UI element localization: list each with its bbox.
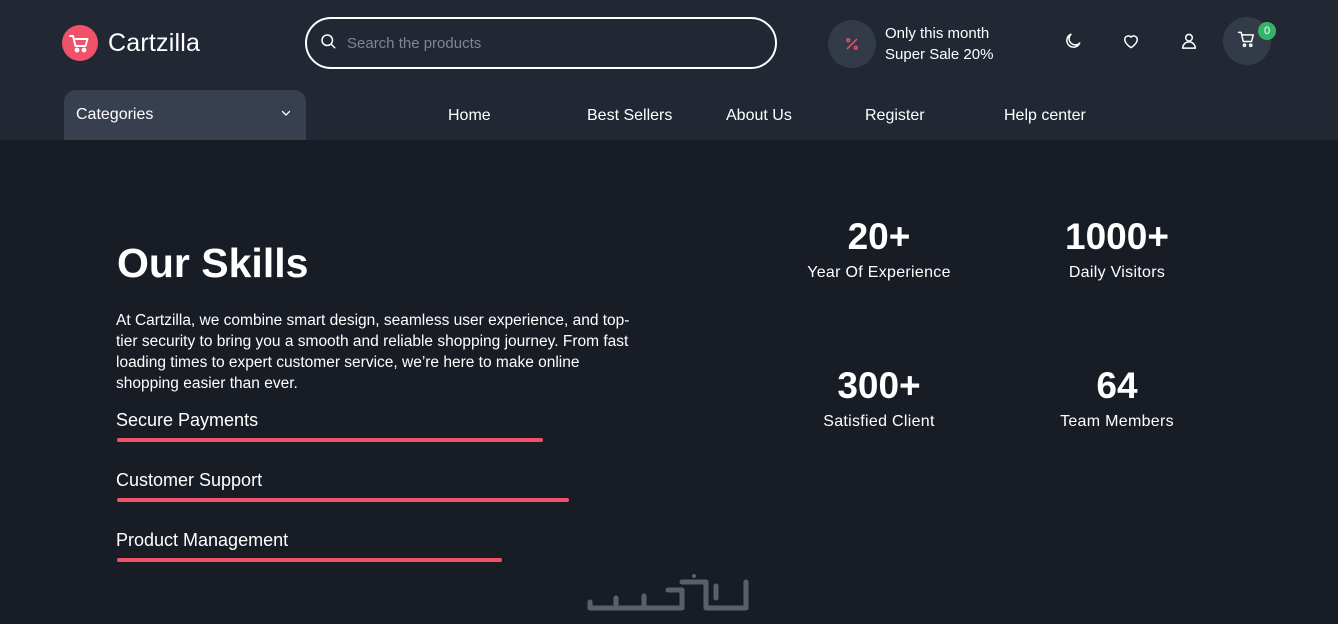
percent-icon xyxy=(828,20,876,68)
promo-banner[interactable]: Only this month Super Sale 20% xyxy=(828,20,993,68)
search-input[interactable] xyxy=(347,34,747,52)
skill-bar-customer-support xyxy=(117,498,637,502)
skill-label-product-management: Product Management xyxy=(116,530,289,550)
promo-text: Only this month Super Sale 20% xyxy=(885,23,993,65)
skill-bar-secure-payments xyxy=(117,438,637,442)
stat-number: 300+ xyxy=(837,365,921,406)
stat-team-members: 64 Team Members xyxy=(1007,365,1227,431)
chevron-down-icon xyxy=(280,106,292,124)
stat-label: Satisfied Client xyxy=(823,413,935,430)
wishlist-button[interactable] xyxy=(1114,26,1148,60)
skill-bar-product-management xyxy=(117,558,637,562)
skill-label-secure-payments: Secure Payments xyxy=(116,410,259,430)
skill-bar-fill xyxy=(117,438,544,442)
account-button[interactable] xyxy=(1172,26,1206,60)
categories-label: Categories xyxy=(76,106,154,123)
logo-text: Cartzilla xyxy=(108,28,201,57)
promo-line-1: Only this month xyxy=(885,25,990,42)
cart-count-badge: 0 xyxy=(1258,22,1276,40)
stat-label: Daily Visitors xyxy=(1068,264,1166,281)
skills-title: Our Skills xyxy=(117,240,309,286)
stat-number: 64 xyxy=(1096,365,1138,406)
nav-about-us[interactable]: About Us xyxy=(726,107,792,125)
skill-label-customer-support: Customer Support xyxy=(116,470,263,490)
heart-icon xyxy=(1121,31,1141,56)
skill-bar-fill xyxy=(117,558,502,562)
watermark-logo xyxy=(586,572,752,618)
stat-experience: 20+ Year Of Experience xyxy=(769,216,989,282)
moon-icon xyxy=(1063,31,1083,56)
nav-help-center[interactable]: Help center xyxy=(1004,107,1086,125)
user-icon xyxy=(1179,31,1199,56)
promo-line-2: Super Sale 20% xyxy=(885,46,994,63)
cart-icon xyxy=(1237,29,1257,54)
stat-daily-visitors: 1000+ Daily Visitors xyxy=(1007,216,1227,282)
search-bar[interactable] xyxy=(305,17,777,69)
stat-number: 20+ xyxy=(847,216,911,257)
cart-button[interactable]: 0 xyxy=(1223,17,1276,65)
cart-logo-icon xyxy=(62,25,98,61)
site-header: Cartzilla Only this month Super Sale 20% xyxy=(0,0,1338,140)
nav-best-sellers[interactable]: Best Sellers xyxy=(587,107,672,125)
stat-label: Year Of Experience xyxy=(807,264,951,281)
skill-bar-fill xyxy=(117,498,570,502)
logo[interactable]: Cartzilla xyxy=(62,25,200,61)
nav-home[interactable]: Home xyxy=(448,107,491,125)
skills-description: At Cartzilla, we combine smart design, s… xyxy=(116,312,630,392)
nav-register[interactable]: Register xyxy=(865,107,925,125)
categories-dropdown[interactable]: Categories xyxy=(64,90,306,140)
search-icon xyxy=(319,32,337,55)
stat-satisfied-clients: 300+ Satisfied Client xyxy=(769,365,989,431)
stat-label: Team Members xyxy=(1060,413,1174,430)
stat-number: 1000+ xyxy=(1065,216,1169,257)
theme-toggle-button[interactable] xyxy=(1056,26,1090,60)
